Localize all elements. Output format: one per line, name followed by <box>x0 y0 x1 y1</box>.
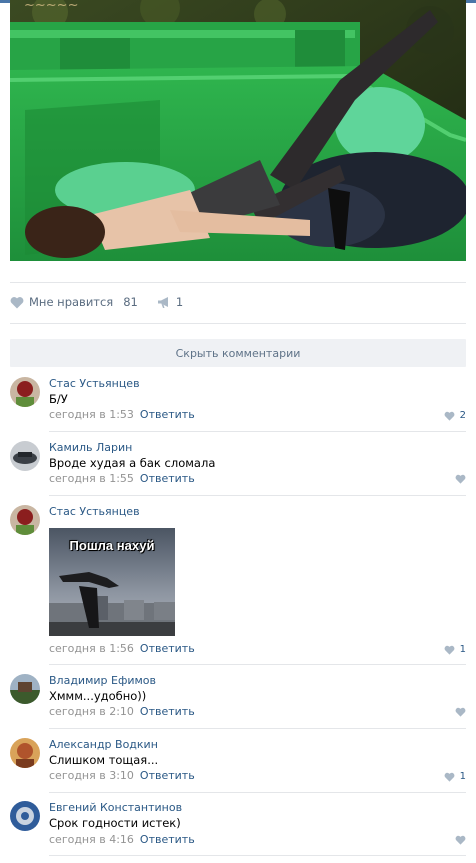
comment-image[interactable]: Пошла нахуй <box>49 528 175 636</box>
comment-like-button[interactable]: 1 <box>444 644 466 655</box>
comment-like-count: 1 <box>459 644 466 655</box>
comment: Евгений Константинов Срок годности истек… <box>10 801 466 851</box>
reply-button[interactable]: Ответить <box>140 408 195 421</box>
heart-icon <box>455 835 466 845</box>
comment-author[interactable]: Владимир Ефимов <box>49 674 156 687</box>
comment-text: Вроде худая а бак сломала <box>49 456 216 470</box>
heart-icon <box>455 707 466 717</box>
divider <box>49 855 466 856</box>
reply-button[interactable]: Ответить <box>140 833 195 846</box>
reply-button[interactable]: Ответить <box>140 769 195 782</box>
heart-icon <box>444 772 455 782</box>
avatar[interactable] <box>10 738 40 768</box>
divider <box>49 431 466 432</box>
comment-like-button[interactable]: 1 <box>444 771 466 782</box>
comment: Владимир Ефимов Хммм...удобно)) сегодня … <box>10 674 466 724</box>
comment-time[interactable]: сегодня в 1:53 <box>49 408 134 421</box>
comment: Камиль Ларин Вроде худая а бак сломала с… <box>10 441 466 491</box>
avatar[interactable] <box>10 441 40 471</box>
divider <box>49 495 466 496</box>
shares-count[interactable]: 1 <box>176 295 183 309</box>
comment-time[interactable]: сегодня в 2:10 <box>49 705 134 718</box>
avatar[interactable] <box>10 674 40 704</box>
svg-text:~~~~~: ~~~~~ <box>24 0 78 13</box>
comment-meta: сегодня в 1:56 Ответить <box>49 642 195 655</box>
like-button-label[interactable]: Мне нравится <box>29 295 113 309</box>
comment-time[interactable]: сегодня в 1:55 <box>49 472 134 485</box>
comment-author[interactable]: Стас Устьянцев <box>49 505 140 518</box>
comment: Стас Устьянцев Пошла нахуй сегодня в 1:5… <box>10 505 466 655</box>
megaphone-icon[interactable] <box>157 296 172 309</box>
comment-like-button[interactable] <box>455 707 466 717</box>
comment-meta: сегодня в 1:55 Ответить <box>49 472 195 485</box>
comment-text: Хммм...удобно)) <box>49 689 147 703</box>
comment-author[interactable]: Стас Устьянцев <box>49 377 140 390</box>
heart-icon <box>444 645 455 655</box>
avatar[interactable] <box>10 801 40 831</box>
comment-like-count: 1 <box>459 771 466 782</box>
comment-like-button[interactable] <box>455 835 466 845</box>
hide-comments-button[interactable]: Скрыть комментарии <box>10 339 466 367</box>
comment-meta: сегодня в 3:10 Ответить <box>49 769 195 782</box>
heart-icon <box>455 474 466 484</box>
reply-button[interactable]: Ответить <box>140 472 195 485</box>
comment-like-button[interactable] <box>455 474 466 484</box>
comment-like-count: 2 <box>459 410 466 421</box>
divider <box>49 664 466 665</box>
comment-author[interactable]: Евгений Константинов <box>49 801 182 814</box>
divider <box>10 282 466 283</box>
comment: Стас Устьянцев Б/У сегодня в 1:53 Ответит… <box>10 377 466 427</box>
divider <box>10 323 466 324</box>
comment-author[interactable]: Александр Водкин <box>49 738 158 751</box>
comment-meta: сегодня в 2:10 Ответить <box>49 705 195 718</box>
comment-time[interactable]: сегодня в 1:56 <box>49 642 134 655</box>
comment-time[interactable]: сегодня в 3:10 <box>49 769 134 782</box>
divider <box>49 792 466 793</box>
comment-like-button[interactable]: 2 <box>444 410 466 421</box>
reply-button[interactable]: Ответить <box>140 705 195 718</box>
reply-button[interactable]: Ответить <box>140 642 195 655</box>
comment-author[interactable]: Камиль Ларин <box>49 441 132 454</box>
comment-meta: сегодня в 1:53 Ответить <box>49 408 195 421</box>
meme-caption: Пошла нахуй <box>69 538 155 553</box>
comment: Александр Водкин Слишком тощая... сегодн… <box>10 738 466 788</box>
comment-meta: сегодня в 4:16 Ответить <box>49 833 195 846</box>
comment-text: Срок годности истек) <box>49 816 181 830</box>
post-actions: Мне нравится 81 1 <box>10 290 183 314</box>
avatar[interactable] <box>10 377 40 407</box>
likes-count[interactable]: 81 <box>123 295 138 309</box>
comment-time[interactable]: сегодня в 4:16 <box>49 833 134 846</box>
avatar[interactable] <box>10 505 40 535</box>
post-photo[interactable]: ~~~~~ <box>10 0 466 261</box>
divider <box>49 728 466 729</box>
comment-text: Б/У <box>49 392 68 406</box>
comment-text: Слишком тощая... <box>49 753 159 767</box>
heart-icon <box>444 411 455 421</box>
heart-icon[interactable] <box>10 296 24 309</box>
